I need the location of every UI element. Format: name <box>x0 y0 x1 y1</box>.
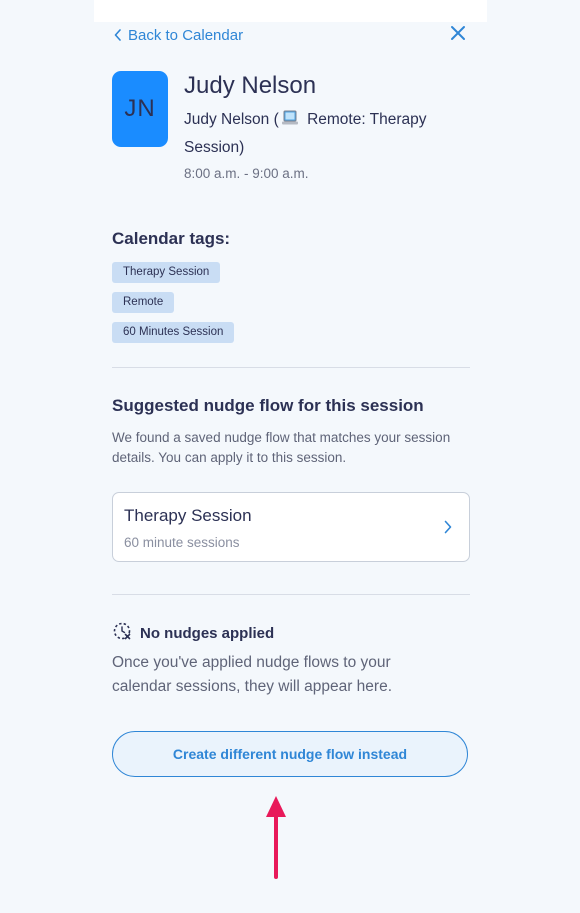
suggested-flow-description: We found a saved nudge flow that matches… <box>112 430 451 465</box>
calendar-tags-title: Calendar tags: <box>112 229 231 248</box>
no-nudges-description: Once you've applied nudge flows to your … <box>112 654 393 695</box>
flow-name: Therapy Session <box>124 506 252 525</box>
calendar-tags-list: Therapy Session Remote 60 Minutes Sessio… <box>112 262 235 343</box>
back-to-calendar-link[interactable]: Back to Calendar <box>114 24 243 46</box>
tag-60-minutes-session: 60 Minutes Session <box>112 322 235 343</box>
suggested-flow-card[interactable]: Therapy Session 60 minute sessions <box>112 492 470 562</box>
create-nudge-flow-label: Create different nudge flow instead <box>172 746 408 762</box>
laptop-icon <box>281 109 299 135</box>
tag-remote: Remote <box>112 292 175 313</box>
event-prefix: Judy Nelson ( <box>184 111 279 128</box>
avatar-initials: JN <box>124 95 156 122</box>
client-name: Judy Nelson <box>184 72 317 99</box>
event-description: Judy Nelson ( Remote: Therapy Session) <box>184 107 464 161</box>
back-link-label: Back to Calendar <box>128 26 244 44</box>
avatar: JN <box>112 71 168 147</box>
close-icon <box>450 25 466 46</box>
no-nudges-header: No nudges applied <box>112 621 274 646</box>
chevron-right-icon <box>444 520 452 539</box>
chevron-left-icon <box>114 29 122 41</box>
create-nudge-flow-button[interactable]: Create different nudge flow instead <box>112 731 468 777</box>
suggested-flow-title: Suggested nudge flow for this session <box>112 396 424 415</box>
section-divider <box>112 367 470 368</box>
session-time: 8:00 a.m. - 9:00 a.m. <box>184 166 309 181</box>
no-nudges-clock-icon <box>112 621 132 646</box>
no-nudges-title: No nudges applied <box>140 625 275 642</box>
close-button[interactable] <box>447 24 469 46</box>
flow-subtitle: 60 minute sessions <box>124 535 240 550</box>
section-divider <box>112 594 470 595</box>
tag-therapy-session: Therapy Session <box>112 262 221 283</box>
top-strip <box>94 0 487 22</box>
annotation-arrow <box>262 793 290 884</box>
